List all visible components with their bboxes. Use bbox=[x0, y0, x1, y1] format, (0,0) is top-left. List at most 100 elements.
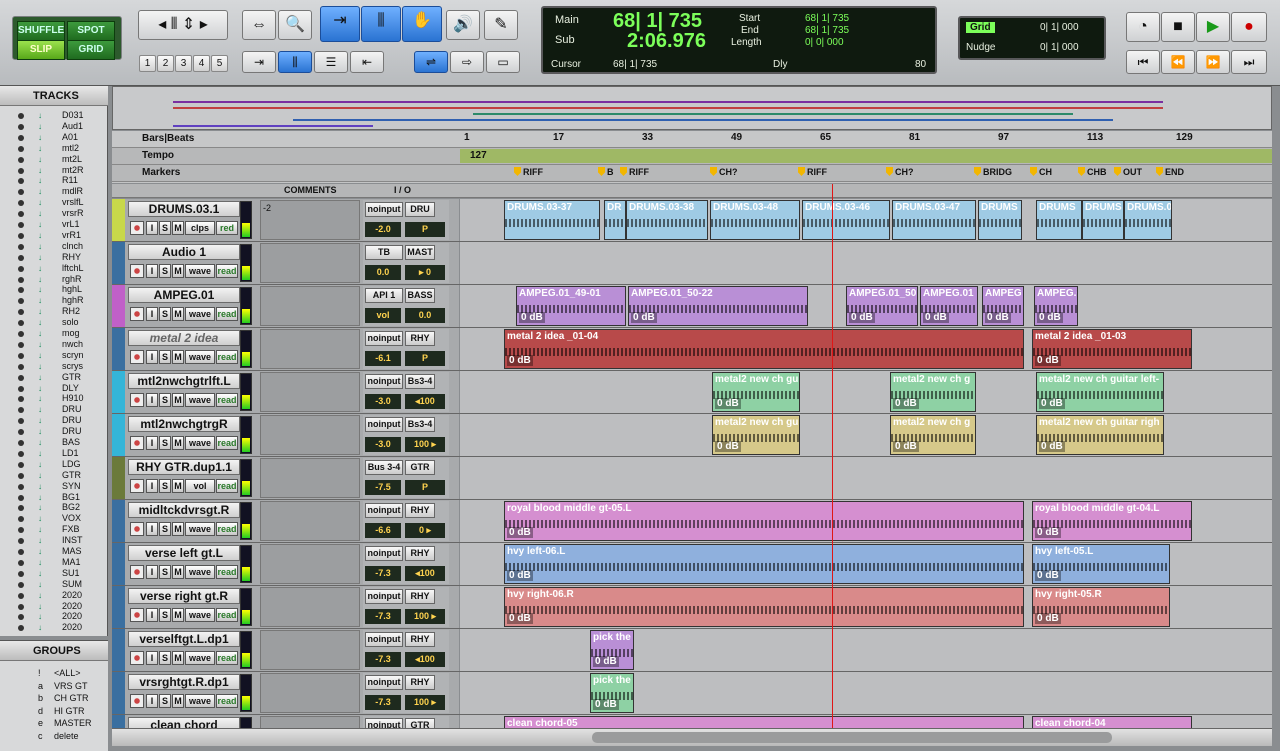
nudge-value[interactable]: 0| 1| 000 bbox=[1040, 42, 1079, 53]
output-selector[interactable]: MAST bbox=[405, 245, 435, 260]
audio-clip[interactable]: AMPEG.01 0 dB bbox=[920, 286, 978, 326]
track-list-item[interactable]: ↓ vrL1 bbox=[0, 219, 108, 230]
track-list-item[interactable]: ↓ mog bbox=[0, 328, 108, 339]
track-comment[interactable] bbox=[260, 630, 360, 670]
output-selector[interactable]: GTR bbox=[405, 460, 435, 475]
input-selector[interactable]: noinput bbox=[365, 675, 403, 690]
clip-gain[interactable]: 0 dB bbox=[1035, 613, 1061, 624]
show-track-dot-icon[interactable] bbox=[18, 483, 24, 490]
groups-panel-title[interactable]: GROUPS bbox=[0, 641, 108, 661]
volume-value[interactable]: -3.0 bbox=[365, 437, 401, 452]
record-enable-button[interactable] bbox=[130, 393, 144, 407]
group-item[interactable]: c delete bbox=[0, 730, 108, 742]
track-list-item[interactable]: ↓ GTR bbox=[0, 372, 108, 383]
track-list-item[interactable]: ↓ A01 bbox=[0, 132, 108, 143]
online-icon[interactable]: ◔ bbox=[1126, 12, 1160, 42]
audio-clip[interactable]: AMPEG.01_49-01 0 dB bbox=[516, 286, 626, 326]
mute-button[interactable]: M bbox=[172, 307, 184, 321]
input-selector[interactable]: noinput bbox=[365, 718, 403, 728]
show-track-dot-icon[interactable] bbox=[18, 134, 24, 141]
clip-gain[interactable]: 0 dB bbox=[507, 613, 533, 624]
scrubber-tool-icon[interactable]: 🔊 bbox=[446, 10, 480, 40]
rewind-icon[interactable]: ⏪ bbox=[1161, 50, 1195, 74]
show-track-dot-icon[interactable] bbox=[18, 374, 24, 381]
record-enable-button[interactable] bbox=[130, 350, 144, 364]
output-selector[interactable]: RHY bbox=[405, 331, 435, 346]
record-enable-button[interactable] bbox=[130, 307, 144, 321]
audio-clip[interactable]: DRUMS.03-38 bbox=[626, 200, 708, 240]
audio-clip[interactable]: pick the 0 dB bbox=[590, 673, 634, 713]
show-track-dot-icon[interactable] bbox=[18, 254, 24, 261]
group-item[interactable]: e MASTER bbox=[0, 717, 108, 729]
show-track-dot-icon[interactable] bbox=[18, 167, 24, 174]
shuffle-mode-button[interactable]: SHUFFLE bbox=[17, 21, 65, 41]
markers-ruler[interactable]: Markers RIFF B RIFF CH? RIFF CH? BRIDG CH CHB OUT… bbox=[112, 165, 1272, 182]
mute-button[interactable]: M bbox=[172, 651, 184, 665]
pan-value[interactable]: 100 ▸ bbox=[405, 437, 445, 452]
audio-clip[interactable]: DRUMS.03-47 bbox=[892, 200, 976, 240]
show-track-dot-icon[interactable] bbox=[18, 570, 24, 577]
solo-button[interactable]: S bbox=[159, 221, 171, 235]
trim-tool-icon[interactable]: ⇥ bbox=[320, 6, 360, 42]
group-item[interactable]: d HI GTR bbox=[0, 705, 108, 717]
input-selector[interactable]: noinput bbox=[365, 546, 403, 561]
clip-gain[interactable]: 0 dB bbox=[1039, 398, 1065, 409]
input-monitor-button[interactable]: I bbox=[146, 307, 158, 321]
track-playlist-lane[interactable]: metal 2 idea _01-04 0 dB metal 2 idea _01-… bbox=[460, 328, 1272, 370]
solo-button[interactable]: S bbox=[159, 522, 171, 536]
track-list-item[interactable]: ↓ lftchL bbox=[0, 263, 108, 274]
zoom-toggle-icon[interactable]: ⇔ bbox=[242, 10, 276, 40]
grid-value[interactable]: 0| 1| 000 bbox=[1040, 22, 1079, 33]
show-track-dot-icon[interactable] bbox=[18, 614, 24, 621]
track-playlist-lane[interactable]: pick the 0 dB bbox=[460, 672, 1272, 714]
track-view-selector[interactable]: wave bbox=[185, 608, 215, 622]
audio-clip[interactable]: metal2 new ch guitar righ 0 dB bbox=[1036, 415, 1164, 455]
input-monitor-button[interactable]: I bbox=[146, 565, 158, 579]
marker[interactable]: END bbox=[1156, 167, 1184, 177]
track-comment[interactable] bbox=[260, 501, 360, 541]
sub-counter-value[interactable]: 2:06.976 bbox=[627, 30, 706, 53]
show-track-dot-icon[interactable] bbox=[18, 385, 24, 392]
volume-value[interactable]: 0.0 bbox=[365, 265, 401, 280]
audio-clip[interactable]: hvy right-05.R 0 dB bbox=[1032, 587, 1170, 627]
track-list-item[interactable]: ↓ hghR bbox=[0, 295, 108, 306]
output-selector[interactable]: RHY bbox=[405, 632, 435, 647]
track-list-item[interactable]: ↓ mtl2 bbox=[0, 143, 108, 154]
clip-gain[interactable]: 0 dB bbox=[631, 312, 657, 323]
record-enable-button[interactable] bbox=[130, 522, 144, 536]
track-list-item[interactable]: ↓ DRU bbox=[0, 426, 108, 437]
show-track-dot-icon[interactable] bbox=[18, 309, 24, 316]
show-track-dot-icon[interactable] bbox=[18, 200, 24, 207]
zoomer-tool-icon[interactable]: 🔍 bbox=[278, 10, 312, 40]
spot-mode-button[interactable]: SPOT bbox=[67, 21, 115, 41]
show-track-dot-icon[interactable] bbox=[18, 461, 24, 468]
audio-clip[interactable]: metal2 new ch guitar left- 0 dB bbox=[1036, 372, 1164, 412]
track-view-selector[interactable]: clps bbox=[185, 221, 215, 235]
track-playlist-lane[interactable]: metal2 new ch gu 0 dB metal2 new ch g0 dB m… bbox=[460, 414, 1272, 456]
pan-value[interactable]: ◂100 bbox=[405, 652, 445, 667]
automation-mode-selector[interactable]: read bbox=[216, 393, 238, 407]
automation-mode-selector[interactable]: read bbox=[216, 694, 238, 708]
show-track-dot-icon[interactable] bbox=[18, 156, 24, 163]
solo-button[interactable]: S bbox=[159, 436, 171, 450]
automation-mode-selector[interactable]: read bbox=[216, 307, 238, 321]
show-track-dot-icon[interactable] bbox=[18, 145, 24, 152]
insertion-follows-icon[interactable]: ⇤ bbox=[350, 51, 384, 73]
output-selector[interactable]: RHY bbox=[405, 503, 435, 518]
track-view-selector[interactable]: wave bbox=[185, 264, 215, 278]
end-value[interactable]: 68| 1| 735 bbox=[805, 25, 849, 36]
audio-clip[interactable]: AMPEG 0 dB bbox=[982, 286, 1024, 326]
audio-clip[interactable]: metal2 new ch gu 0 dB bbox=[712, 415, 800, 455]
show-track-dot-icon[interactable] bbox=[18, 418, 24, 425]
clip-gain[interactable]: 0 dB bbox=[923, 312, 949, 323]
output-selector[interactable]: RHY bbox=[405, 546, 435, 561]
track-comment[interactable]: -2 bbox=[260, 200, 360, 240]
volume-value[interactable]: -6.1 bbox=[365, 351, 401, 366]
input-selector[interactable]: noinput bbox=[365, 417, 403, 432]
input-monitor-button[interactable]: I bbox=[146, 694, 158, 708]
audio-clip[interactable]: royal blood middle gt-05.L 0 dB bbox=[504, 501, 1024, 541]
clip-gain[interactable]: 0 dB bbox=[507, 355, 533, 366]
input-monitor-button[interactable]: I bbox=[146, 522, 158, 536]
show-track-dot-icon[interactable] bbox=[18, 363, 24, 370]
show-track-dot-icon[interactable] bbox=[18, 538, 24, 545]
